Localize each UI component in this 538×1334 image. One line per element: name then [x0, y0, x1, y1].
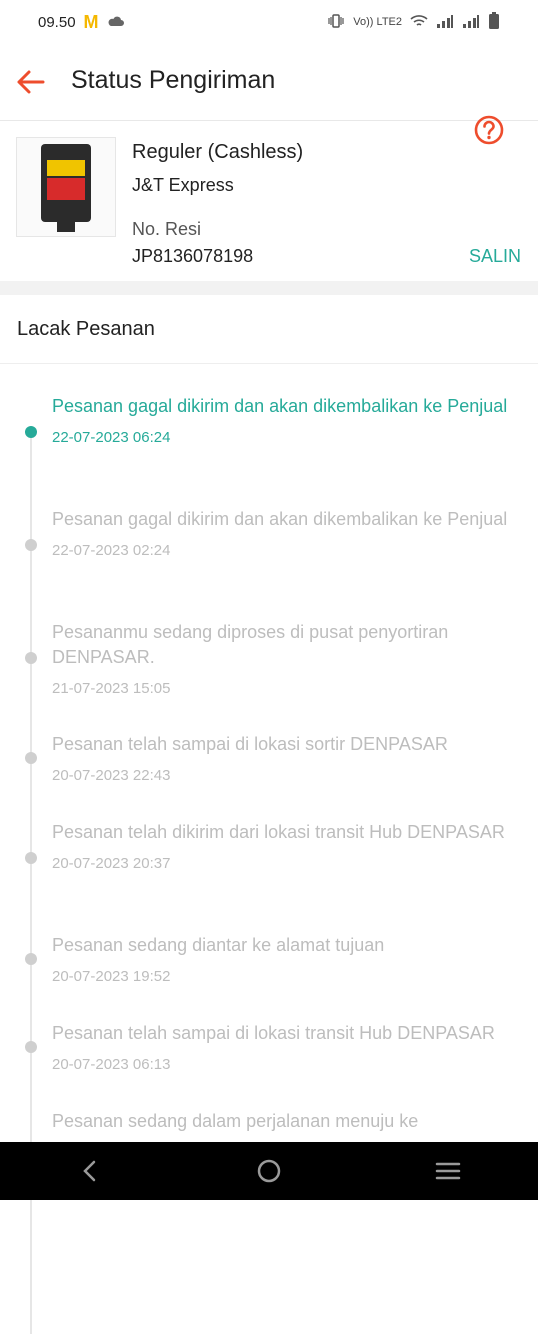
event-text: Pesanan telah sampai di lokasi transit H…	[52, 1023, 495, 1043]
event-text: Pesanan sedang dalam perjalanan menuju k…	[52, 1111, 419, 1131]
shipment-card: Reguler (Cashless) J&T Express No. Resi …	[0, 121, 538, 281]
resi-label: No. Resi	[132, 219, 202, 239]
event-text: Pesananmu sedang diproses di pusat penyo…	[52, 622, 449, 667]
battery-icon	[488, 11, 500, 33]
timeline-dot	[25, 539, 37, 551]
product-image	[16, 137, 116, 237]
nav-menu-button[interactable]	[408, 1151, 488, 1191]
timeline-dot	[25, 1041, 37, 1053]
timeline-dot	[25, 652, 37, 664]
status-left: 09.50 M	[38, 12, 125, 33]
tracking-title: Lacak Pesanan	[0, 295, 538, 364]
event-text: Pesanan telah dikirim dari lokasi transi…	[52, 822, 505, 842]
tracking-event: Pesanan sedang diantar ke alamat tujuan …	[52, 933, 522, 985]
tracking-event: Pesanan telah sampai di lokasi transit H…	[52, 1021, 522, 1073]
resi-number: JP8136078198	[132, 246, 254, 266]
signal-icon-2	[462, 14, 480, 31]
mcdonalds-icon: M	[83, 11, 99, 32]
wifi-icon	[410, 14, 428, 31]
hamburger-icon	[436, 1162, 461, 1180]
timeline-dot	[25, 953, 37, 965]
shipping-service: Reguler (Cashless)	[132, 141, 304, 163]
nav-back-button[interactable]	[50, 1151, 130, 1191]
event-time: 22-07-2023 02:24	[52, 542, 171, 559]
nav-home-button[interactable]	[229, 1151, 309, 1191]
chevron-left-icon	[82, 1160, 95, 1182]
courier-name: J&T Express	[132, 175, 234, 195]
circle-icon	[257, 1159, 281, 1183]
timeline-dot	[25, 426, 37, 438]
app-bar: Status Pengiriman	[0, 44, 538, 145]
event-time: 20-07-2023 19:52	[52, 968, 171, 985]
tracking-event: Pesanan sedang dalam perjalanan menuju k…	[52, 1109, 522, 1134]
vibrate-icon	[327, 13, 345, 31]
tracking-event: Pesanan gagal dikirim dan akan dikembali…	[52, 394, 522, 446]
arrow-left-icon	[17, 70, 45, 94]
timeline-dot	[25, 752, 37, 764]
event-text: Pesanan gagal dikirim dan akan dikembali…	[52, 396, 508, 416]
system-nav-bar	[0, 1142, 538, 1200]
event-text: Pesanan gagal dikirim dan akan dikembali…	[52, 509, 508, 529]
event-text: Pesanan telah sampai di lokasi sortir DE…	[52, 734, 448, 754]
signal-icon	[436, 14, 454, 31]
event-time: 20-07-2023 06:13	[52, 1056, 171, 1073]
network-label: Vo)) LTE2	[353, 16, 402, 28]
timeline-dot	[25, 852, 37, 864]
event-time: 22-07-2023 06:24	[52, 429, 171, 446]
tracking-event: Pesanan telah sampai di lokasi sortir DE…	[52, 732, 522, 784]
tracking-event: Pesanan telah dikirim dari lokasi transi…	[52, 820, 522, 872]
tracking-event: Pesananmu sedang diproses di pusat penyo…	[52, 620, 522, 697]
section-divider	[0, 281, 538, 295]
copy-button[interactable]: SALIN	[469, 246, 521, 267]
status-bar: 09.50 M Vo)) LTE2	[0, 0, 538, 44]
event-time: 21-07-2023 15:05	[52, 680, 171, 697]
back-button[interactable]	[15, 66, 47, 98]
event-text: Pesanan sedang diantar ke alamat tujuan	[52, 935, 385, 955]
status-right: Vo)) LTE2	[327, 11, 500, 33]
tracking-event: Pesanan gagal dikirim dan akan dikembali…	[52, 507, 522, 559]
status-time: 09.50	[38, 13, 76, 31]
event-time: 20-07-2023 20:37	[52, 855, 171, 872]
cloud-icon	[107, 14, 125, 31]
event-time: 20-07-2023 22:43	[52, 767, 171, 784]
page-title: Status Pengiriman	[71, 66, 276, 94]
